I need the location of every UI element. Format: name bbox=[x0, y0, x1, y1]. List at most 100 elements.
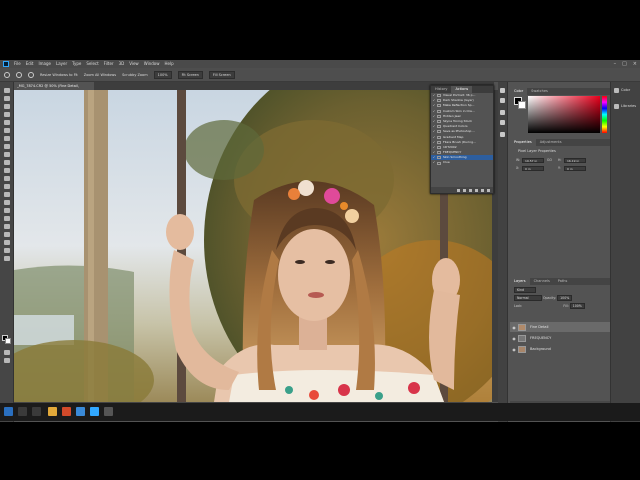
color-picker-field[interactable] bbox=[528, 96, 600, 133]
rectangle-tool-icon[interactable] bbox=[4, 232, 10, 237]
move-tool-icon[interactable] bbox=[4, 88, 10, 93]
properties-panel-icon[interactable] bbox=[500, 120, 505, 125]
type-tool-icon[interactable] bbox=[4, 216, 10, 221]
pen-tool-icon[interactable] bbox=[4, 208, 10, 213]
menu-3d[interactable]: 3D bbox=[119, 60, 125, 68]
dialog-toggle-icon[interactable] bbox=[437, 104, 441, 108]
fill-field[interactable]: 100% bbox=[569, 303, 585, 309]
maximize-icon[interactable]: □ bbox=[622, 60, 627, 68]
color-dock-label[interactable]: Color bbox=[621, 88, 630, 92]
tab-layers[interactable]: Layers bbox=[510, 278, 530, 285]
tab-swatches[interactable]: Swatches bbox=[527, 88, 552, 95]
browser-icon[interactable] bbox=[76, 407, 85, 416]
layer-row[interactable]: ◉ Fine Detail bbox=[510, 322, 610, 332]
y-field[interactable]: 0 in bbox=[564, 166, 586, 171]
character-panel-icon[interactable] bbox=[500, 132, 505, 137]
zoom-tool-icon[interactable] bbox=[4, 71, 10, 78]
dialog-toggle-icon[interactable] bbox=[437, 151, 441, 155]
menu-image[interactable]: Image bbox=[38, 60, 51, 68]
menu-file[interactable]: File bbox=[14, 60, 21, 68]
quick-selection-tool-icon[interactable] bbox=[4, 112, 10, 117]
minimize-icon[interactable]: – bbox=[614, 60, 617, 68]
dialog-toggle-icon[interactable] bbox=[437, 125, 441, 129]
clone-stamp-tool-icon[interactable] bbox=[4, 160, 10, 165]
menu-type[interactable]: Type bbox=[72, 60, 81, 68]
color-background-swatch[interactable] bbox=[518, 101, 526, 109]
dialog-toggle-icon[interactable] bbox=[437, 135, 441, 139]
file-explorer-icon[interactable] bbox=[48, 407, 57, 416]
opacity-field[interactable]: 100% bbox=[557, 295, 573, 301]
tab-channels[interactable]: Channels bbox=[530, 278, 554, 285]
fill-screen-button[interactable]: Fill Screen bbox=[208, 70, 235, 79]
marquee-tool-icon[interactable] bbox=[4, 96, 10, 101]
dialog-toggle-icon[interactable] bbox=[437, 99, 441, 103]
start-icon[interactable] bbox=[4, 407, 13, 416]
dialog-toggle-icon[interactable] bbox=[437, 114, 441, 118]
layer-row[interactable]: ◉ FREQUENCY bbox=[510, 333, 610, 343]
tab-adjustments[interactable]: Adjustments bbox=[536, 139, 566, 146]
frame-tool-icon[interactable] bbox=[4, 128, 10, 133]
dialog-toggle-icon[interactable] bbox=[437, 145, 441, 149]
resize-windows-checkbox[interactable]: Resize Windows to Fit bbox=[40, 73, 78, 77]
zoom-tool-side-icon[interactable] bbox=[4, 248, 10, 253]
tab-history[interactable]: History bbox=[431, 86, 451, 93]
width-field[interactable]: 19.57 in bbox=[522, 158, 544, 163]
lasso-tool-icon[interactable] bbox=[4, 104, 10, 109]
visibility-eye-icon[interactable]: ◉ bbox=[510, 347, 518, 352]
history-panel-icon[interactable] bbox=[500, 88, 505, 93]
blur-tool-icon[interactable] bbox=[4, 192, 10, 197]
healing-brush-tool-icon[interactable] bbox=[4, 144, 10, 149]
gradient-tool-icon[interactable] bbox=[4, 184, 10, 189]
layer-row[interactable]: ◉ Background bbox=[510, 344, 610, 354]
height-field[interactable]: 16.19 in bbox=[564, 158, 586, 163]
app-icon[interactable] bbox=[62, 407, 71, 416]
tab-properties[interactable]: Properties bbox=[510, 139, 536, 146]
scrubby-zoom-checkbox[interactable]: Scrubby Zoom bbox=[122, 73, 148, 77]
eyedropper-tool-icon[interactable] bbox=[4, 136, 10, 141]
task-view-icon[interactable] bbox=[32, 407, 41, 416]
menu-help[interactable]: Help bbox=[164, 60, 173, 68]
brush-panel-icon[interactable] bbox=[500, 110, 505, 115]
menu-view[interactable]: View bbox=[129, 60, 139, 68]
fit-screen-button[interactable]: Fit Screen bbox=[177, 70, 203, 79]
play-icon[interactable] bbox=[469, 188, 472, 192]
actions-panel-icon[interactable] bbox=[500, 98, 505, 103]
app-icon[interactable] bbox=[104, 407, 113, 416]
zoom-all-windows-checkbox[interactable]: Zoom All Windows bbox=[84, 73, 116, 77]
zoom-in-icon[interactable] bbox=[16, 71, 22, 78]
more-tools-icon[interactable] bbox=[4, 256, 10, 261]
delete-action-icon[interactable] bbox=[487, 188, 490, 192]
x-field[interactable]: 0 in bbox=[522, 166, 544, 171]
visibility-eye-icon[interactable]: ◉ bbox=[510, 325, 518, 330]
new-action-icon[interactable] bbox=[481, 188, 484, 192]
dialog-toggle-icon[interactable] bbox=[437, 140, 441, 144]
menu-filter[interactable]: Filter bbox=[104, 60, 114, 68]
blend-mode-select[interactable]: Normal bbox=[514, 295, 542, 301]
new-set-icon[interactable] bbox=[475, 188, 478, 192]
zoom-100-button[interactable]: 100% bbox=[153, 70, 172, 79]
history-brush-tool-icon[interactable] bbox=[4, 168, 10, 173]
quick-mask-icon[interactable] bbox=[4, 350, 10, 355]
menu-edit[interactable]: Edit bbox=[26, 60, 34, 68]
close-icon[interactable]: × bbox=[633, 60, 637, 68]
dialog-toggle-icon[interactable] bbox=[437, 156, 441, 160]
dialog-toggle-icon[interactable] bbox=[437, 109, 441, 113]
dialog-toggle-icon[interactable] bbox=[437, 94, 441, 98]
background-color-swatch[interactable] bbox=[5, 338, 11, 344]
zoom-out-icon[interactable] bbox=[28, 71, 34, 78]
menu-window[interactable]: Window bbox=[144, 60, 160, 68]
tab-paths[interactable]: Paths bbox=[554, 278, 572, 285]
dodge-tool-icon[interactable] bbox=[4, 200, 10, 205]
screen-mode-icon[interactable] bbox=[4, 358, 10, 363]
menu-select[interactable]: Select bbox=[86, 60, 98, 68]
libraries-dock-label[interactable]: Libraries bbox=[621, 104, 636, 108]
document-canvas[interactable] bbox=[14, 90, 492, 402]
stop-icon[interactable] bbox=[457, 188, 460, 192]
libraries-dock-icon[interactable] bbox=[614, 104, 619, 109]
brush-tool-icon[interactable] bbox=[4, 152, 10, 157]
tab-color[interactable]: Color bbox=[510, 88, 528, 95]
dialog-toggle-icon[interactable] bbox=[437, 130, 441, 134]
dialog-toggle-icon[interactable] bbox=[437, 161, 441, 165]
color-dock-icon[interactable] bbox=[614, 88, 619, 93]
link-label[interactable]: GO bbox=[547, 158, 552, 162]
